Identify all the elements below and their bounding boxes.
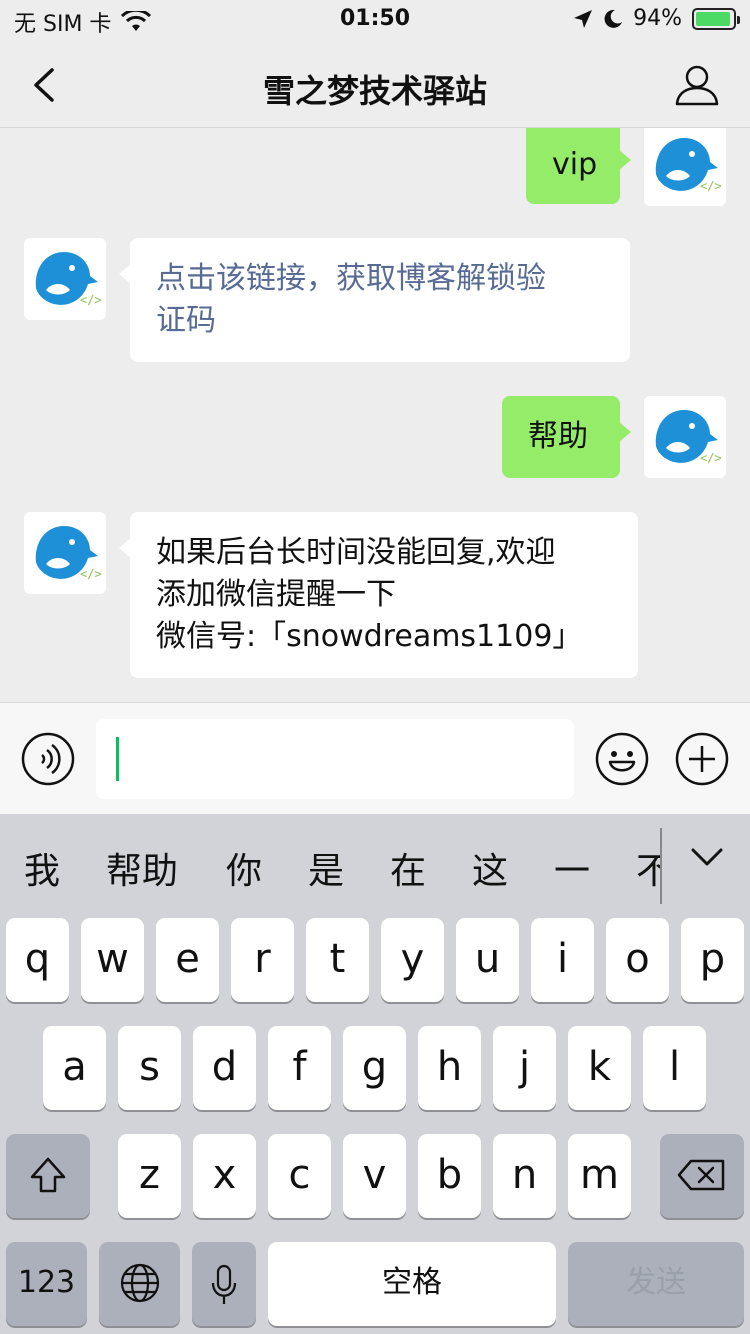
profile-icon[interactable] [674, 62, 720, 108]
message-line: 添加微信提醒一下 [156, 577, 396, 612]
my-avatar[interactable]: </> [644, 128, 726, 206]
message-text: 帮助 [528, 419, 588, 454]
send-key[interactable]: 发送 [568, 1242, 744, 1326]
nav-bar: 雪之梦技术驿站 [0, 42, 750, 128]
key-y[interactable]: y [381, 918, 444, 1002]
key-v[interactable]: v [343, 1134, 406, 1218]
key-t[interactable]: t [306, 918, 369, 1002]
text-caret [116, 737, 119, 781]
contact-avatar[interactable]: </> [24, 512, 106, 594]
microphone-icon [211, 1264, 237, 1304]
key-w[interactable]: w [81, 918, 144, 1002]
key-r[interactable]: r [231, 918, 294, 1002]
status-bar: 无 SIM 卡 01:50 94% [0, 0, 750, 42]
candidate-word[interactable]: 一 [554, 842, 590, 894]
key-p[interactable]: p [681, 918, 744, 1002]
message-bubble[interactable]: 点击该链接，获取博客解锁验 证码 [119, 238, 630, 362]
keyboard: 我 帮助 你 是 在 这 一 不 q w e r t y u i o p a s… [0, 814, 750, 1334]
battery-percent: 94% [633, 6, 682, 31]
plus-icon[interactable] [674, 731, 730, 787]
key-s[interactable]: s [118, 1026, 181, 1110]
candidate-word[interactable]: 你 [226, 842, 262, 894]
key-e[interactable]: e [156, 918, 219, 1002]
dictation-key[interactable] [192, 1242, 256, 1326]
candidate-word[interactable]: 我 [24, 842, 60, 894]
numbers-key[interactable]: 123 [6, 1242, 87, 1326]
svg-text:</>: </> [80, 293, 102, 307]
key-x[interactable]: x [193, 1134, 256, 1218]
battery-level-fill [696, 11, 730, 26]
key-j[interactable]: j [493, 1026, 556, 1110]
voice-icon[interactable] [20, 731, 76, 787]
key-f[interactable]: f [268, 1026, 331, 1110]
candidate-word[interactable]: 这 [472, 842, 508, 894]
message-text: vip [552, 147, 598, 182]
input-bar [0, 702, 750, 814]
emoji-icon[interactable] [594, 731, 650, 787]
key-a[interactable]: a [43, 1026, 106, 1110]
message-line: 点击该链接，获取博客解锁验 [156, 261, 546, 296]
chevron-down-icon[interactable] [690, 844, 724, 872]
key-h[interactable]: h [418, 1026, 481, 1110]
message-line: 证码 [156, 303, 216, 338]
message-input[interactable] [96, 719, 574, 799]
key-k[interactable]: k [568, 1026, 631, 1110]
bird-logo-icon: </> [655, 410, 722, 465]
battery-charging-icon [692, 7, 740, 30]
bird-logo-icon: </> [35, 252, 102, 307]
candidate-divider [660, 828, 662, 904]
key-c[interactable]: c [268, 1134, 331, 1218]
candidate-word[interactable]: 不 [636, 842, 660, 894]
message-list[interactable]: </> vip </> 点击该链接，获取博客解锁验 证码 </> 帮助 </> … [0, 128, 750, 702]
svg-text:</>: </> [700, 451, 722, 465]
key-z[interactable]: z [118, 1134, 181, 1218]
key-b[interactable]: b [418, 1134, 481, 1218]
key-l[interactable]: l [643, 1026, 706, 1110]
message-line: 如果后台长时间没能回复,欢迎 [156, 535, 556, 570]
key-q[interactable]: q [6, 918, 69, 1002]
message-bubble[interactable]: 帮助 [502, 396, 631, 478]
contact-avatar[interactable]: </> [24, 238, 106, 320]
message-line: 微信号:「snowdreams1109」 [156, 619, 583, 654]
bird-logo-icon: </> [35, 526, 102, 581]
candidate-word[interactable]: 是 [308, 842, 344, 894]
key-m[interactable]: m [568, 1134, 631, 1218]
key-g[interactable]: g [343, 1026, 406, 1110]
delete-icon [677, 1159, 725, 1191]
chat-title: 雪之梦技术驿站 [262, 72, 487, 110]
candidate-bar: 我 帮助 你 是 在 这 一 不 [0, 814, 750, 918]
message-bubble[interactable]: vip [526, 128, 631, 204]
message-link[interactable]: 点击该链接，获取博客解锁验 证码 [156, 258, 604, 342]
key-d[interactable]: d [193, 1026, 256, 1110]
delete-key[interactable] [660, 1134, 744, 1218]
candidate-word[interactable]: 帮助 [106, 842, 178, 894]
svg-text:</>: </> [80, 567, 102, 581]
svg-text:</>: </> [700, 179, 722, 193]
key-n[interactable]: n [493, 1134, 556, 1218]
space-key[interactable]: 空格 [268, 1242, 556, 1326]
globe-key[interactable] [99, 1242, 180, 1326]
bird-logo-icon: </> [655, 138, 722, 193]
key-i[interactable]: i [531, 918, 594, 1002]
key-u[interactable]: u [456, 918, 519, 1002]
moon-icon [604, 9, 623, 28]
key-o[interactable]: o [606, 918, 669, 1002]
candidate-word[interactable]: 在 [390, 842, 426, 894]
shift-key[interactable] [6, 1134, 90, 1218]
globe-icon [120, 1263, 159, 1303]
message-bubble[interactable]: 如果后台长时间没能回复,欢迎 添加微信提醒一下 微信号:「snowdreams1… [119, 512, 638, 678]
my-avatar[interactable]: </> [644, 396, 726, 478]
location-icon [574, 9, 593, 28]
shift-icon [30, 1157, 66, 1193]
